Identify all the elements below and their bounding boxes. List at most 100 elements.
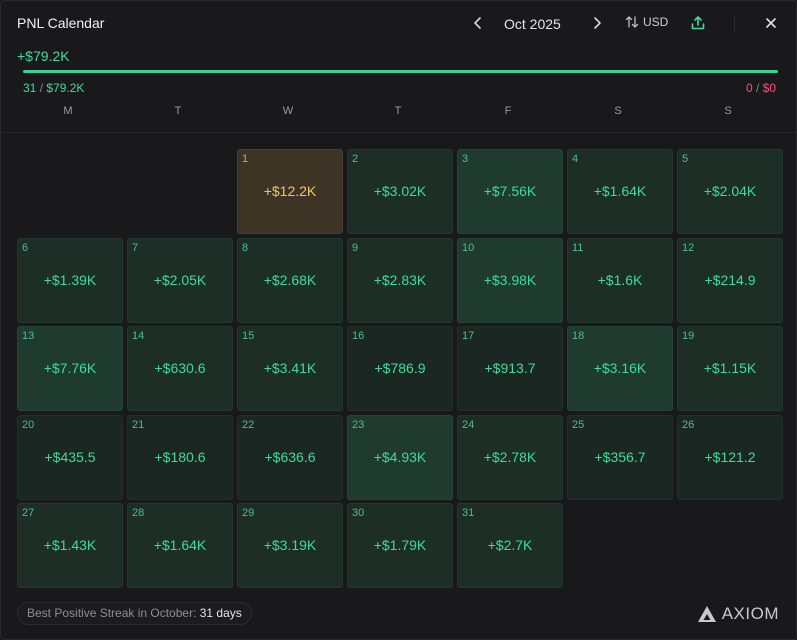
day-pnl-value: +$12.2K <box>263 183 317 199</box>
day-number: 9 <box>352 242 359 254</box>
day-cell[interactable]: 13 +$7.76K <box>17 326 123 411</box>
pnl-calendar-window: PNL Calendar Oct 2025 USD +$79.2K 31 / $… <box>0 0 797 640</box>
day-pnl-value: +$2.7K <box>487 537 533 553</box>
day-cell[interactable]: 7 +$2.05K <box>127 238 233 323</box>
day-number: 6 <box>22 242 29 254</box>
day-pnl-value: +$3.02K <box>373 183 427 199</box>
day-cell[interactable]: 30 +$1.79K <box>347 503 453 588</box>
day-cell[interactable]: 11 +$1.6K <box>567 238 673 323</box>
day-cell[interactable]: 28 +$1.64K <box>127 503 233 588</box>
day-pnl-value: +$1.39K <box>43 272 97 288</box>
day-number: 19 <box>682 330 695 342</box>
day-cell[interactable]: 10 +$3.98K <box>457 238 563 323</box>
calendar-grid: 1 +$12.2K 2 +$3.02K 3 +$7.56K 4 +$1.64K 5 +$2.04K… <box>1 1 796 639</box>
brand-name: AXIOM <box>721 604 779 623</box>
day-cell[interactable]: 18 +$3.16K <box>567 326 673 411</box>
day-number: 3 <box>462 153 469 165</box>
day-pnl-value: +$7.76K <box>43 360 97 376</box>
day-number: 29 <box>242 507 255 519</box>
day-cell[interactable]: 23 +$4.93K <box>347 415 453 500</box>
day-cell[interactable]: 22 +$636.6 <box>237 415 343 500</box>
day-number: 26 <box>682 419 695 431</box>
day-cell[interactable]: 6 +$1.39K <box>17 238 123 323</box>
day-cell[interactable]: 19 +$1.15K <box>677 326 783 411</box>
day-number: 11 <box>572 242 584 254</box>
day-pnl-value: +$2.68K <box>263 272 317 288</box>
day-cell[interactable]: 5 +$2.04K <box>677 149 783 234</box>
day-cell[interactable]: 8 +$2.68K <box>237 238 343 323</box>
day-pnl-value: +$786.9 <box>374 360 426 376</box>
day-number: 18 <box>572 330 585 342</box>
day-cell[interactable]: 27 +$1.43K <box>17 503 123 588</box>
day-pnl-value: +$121.2 <box>704 449 756 465</box>
day-cell[interactable]: 24 +$2.78K <box>457 415 563 500</box>
day-cell[interactable]: 1 +$12.2K <box>237 149 343 234</box>
day-cell[interactable]: 31 +$2.7K <box>457 503 563 588</box>
day-cell[interactable]: 14 +$630.6 <box>127 326 233 411</box>
streak-value: 31 days <box>199 606 242 620</box>
day-pnl-value: +$1.64K <box>593 183 647 199</box>
day-pnl-value: +$1.6K <box>597 272 643 288</box>
day-cell[interactable]: 3 +$7.56K <box>457 149 563 234</box>
day-pnl-value: +$3.16K <box>593 360 647 376</box>
day-pnl-value: +$630.6 <box>154 360 206 376</box>
day-cell[interactable]: 20 +$435.5 <box>17 415 123 500</box>
day-pnl-value: +$1.43K <box>43 537 97 553</box>
day-pnl-value: +$2.83K <box>373 272 427 288</box>
day-number: 15 <box>242 330 255 342</box>
brand-logo: AXIOM <box>697 604 779 624</box>
day-pnl-value: +$1.15K <box>703 360 757 376</box>
day-number: 28 <box>132 507 145 519</box>
day-cell[interactable]: 21 +$180.6 <box>127 415 233 500</box>
axiom-logo-icon <box>697 606 716 622</box>
day-pnl-value: +$435.5 <box>44 449 96 465</box>
day-number: 25 <box>572 419 585 431</box>
day-pnl-value: +$1.79K <box>373 537 427 553</box>
day-pnl-value: +$3.98K <box>483 272 537 288</box>
day-cell[interactable]: 25 +$356.7 <box>567 415 673 500</box>
day-pnl-value: +$913.7 <box>484 360 536 376</box>
day-number: 14 <box>132 330 145 342</box>
day-number: 2 <box>352 153 359 165</box>
streak-badge: Best Positive Streak in October: 31 days <box>17 602 252 625</box>
day-pnl-value: +$3.41K <box>263 360 317 376</box>
day-number: 4 <box>572 153 579 165</box>
day-cell[interactable]: 12 +$214.9 <box>677 238 783 323</box>
day-pnl-value: +$7.56K <box>483 183 537 199</box>
streak-label: Best Positive Streak in October: <box>27 606 197 620</box>
day-cell[interactable]: 15 +$3.41K <box>237 326 343 411</box>
day-cell[interactable]: 4 +$1.64K <box>567 149 673 234</box>
day-number: 20 <box>22 419 35 431</box>
day-number: 1 <box>242 153 249 165</box>
day-cell[interactable]: 9 +$2.83K <box>347 238 453 323</box>
day-number: 27 <box>22 507 35 519</box>
day-cell[interactable]: 29 +$3.19K <box>237 503 343 588</box>
day-number: 7 <box>132 242 139 254</box>
day-number: 31 <box>462 507 475 519</box>
day-cell[interactable]: 16 +$786.9 <box>347 326 453 411</box>
day-number: 13 <box>22 330 35 342</box>
day-pnl-value: +$1.64K <box>153 537 207 553</box>
day-cell[interactable]: 2 +$3.02K <box>347 149 453 234</box>
day-number: 12 <box>682 242 695 254</box>
day-pnl-value: +$3.19K <box>263 537 317 553</box>
day-pnl-value: +$180.6 <box>154 449 206 465</box>
day-cell[interactable]: 17 +$913.7 <box>457 326 563 411</box>
day-number: 24 <box>462 419 475 431</box>
day-number: 16 <box>352 330 365 342</box>
day-number: 17 <box>462 330 475 342</box>
day-pnl-value: +$4.93K <box>373 449 427 465</box>
day-number: 8 <box>242 242 249 254</box>
day-pnl-value: +$2.05K <box>153 272 207 288</box>
day-number: 30 <box>352 507 365 519</box>
day-number: 23 <box>352 419 365 431</box>
day-number: 22 <box>242 419 255 431</box>
day-number: 21 <box>132 419 145 431</box>
day-number: 10 <box>462 242 475 254</box>
day-pnl-value: +$214.9 <box>704 272 756 288</box>
day-cell[interactable]: 26 +$121.2 <box>677 415 783 500</box>
day-pnl-value: +$356.7 <box>594 449 646 465</box>
day-pnl-value: +$2.78K <box>483 449 537 465</box>
day-number: 5 <box>682 153 689 165</box>
day-pnl-value: +$636.6 <box>264 449 316 465</box>
